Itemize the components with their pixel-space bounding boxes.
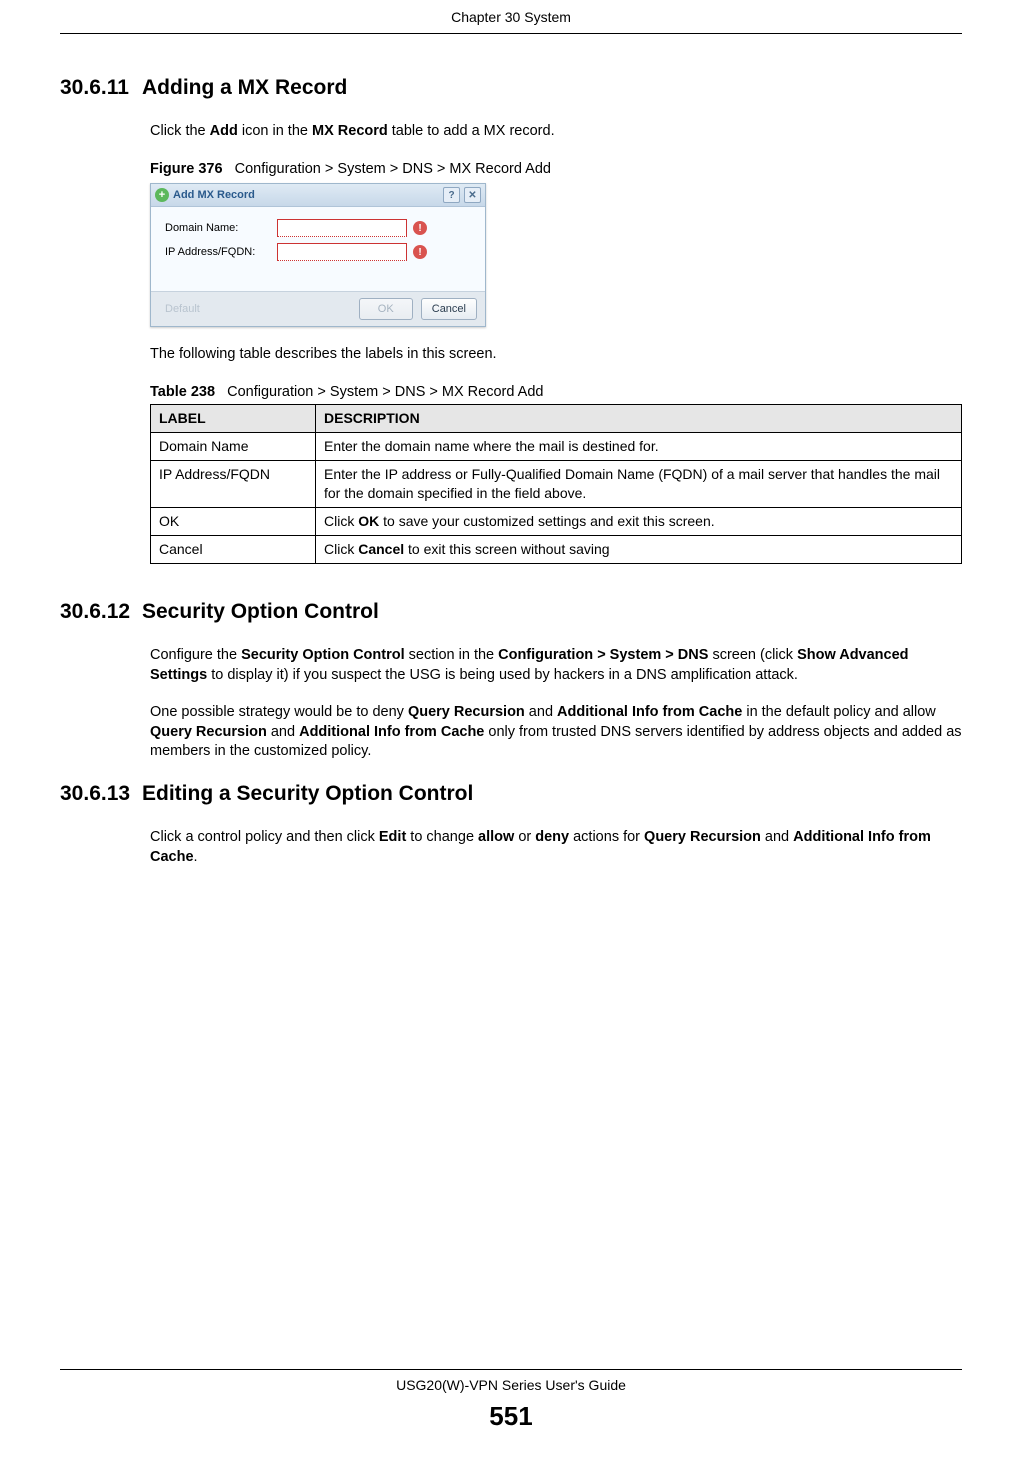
dialog-footer: Default OK Cancel xyxy=(151,291,485,326)
table-row: OK Click OK to save your customized sett… xyxy=(151,508,962,536)
table-intro: The following table describes the labels… xyxy=(150,345,962,365)
default-button[interactable]: Default xyxy=(159,302,206,316)
chapter-header: Chapter 30 System xyxy=(60,0,962,34)
mx-record-table: LABEL DESCRIPTION Domain Name Enter the … xyxy=(150,404,962,563)
help-icon[interactable]: ? xyxy=(443,187,460,203)
page-footer: USG20(W)-VPN Series User's Guide 551 xyxy=(0,1369,1022,1434)
cell-label: IP Address/FQDN xyxy=(151,461,316,508)
dialog-title-text: Add MX Record xyxy=(173,188,255,203)
table-row: Domain Name Enter the domain name where … xyxy=(151,433,962,461)
heading-30-6-13: 30.6.13Editing a Security Option Control xyxy=(60,780,962,808)
section-title: Editing a Security Option Control xyxy=(142,782,473,805)
ip-fqdn-label: IP Address/FQDN: xyxy=(165,245,277,260)
domain-name-input[interactable] xyxy=(277,219,407,237)
figure-caption: Figure 376 Configuration > System > DNS … xyxy=(150,160,962,180)
page-number: 551 xyxy=(0,1399,1022,1434)
soc-paragraph-1: Configure the Security Option Control se… xyxy=(150,646,962,685)
domain-name-row: Domain Name: ! xyxy=(165,219,471,237)
ip-fqdn-row: IP Address/FQDN: ! xyxy=(165,243,471,261)
error-icon: ! xyxy=(413,245,427,259)
plus-icon: + xyxy=(155,188,169,202)
close-icon[interactable]: ✕ xyxy=(464,187,481,203)
section-title: Security Option Control xyxy=(142,600,379,623)
table-caption: Table 238 Configuration > System > DNS >… xyxy=(150,383,962,403)
ok-button[interactable]: OK xyxy=(359,298,413,320)
cancel-button[interactable]: Cancel xyxy=(421,298,477,320)
th-description: DESCRIPTION xyxy=(316,405,962,433)
table-row: Cancel Click Cancel to exit this screen … xyxy=(151,535,962,563)
section-number: 30.6.13 xyxy=(60,780,142,808)
table-header-row: LABEL DESCRIPTION xyxy=(151,405,962,433)
th-label: LABEL xyxy=(151,405,316,433)
heading-30-6-12: 30.6.12Security Option Control xyxy=(60,598,962,626)
cell-desc: Click OK to save your customized setting… xyxy=(316,508,962,536)
cell-label: Domain Name xyxy=(151,433,316,461)
intro-paragraph: Click the Add icon in the MX Record tabl… xyxy=(150,122,962,142)
domain-name-label: Domain Name: xyxy=(165,221,277,236)
error-icon: ! xyxy=(413,221,427,235)
section-number: 30.6.12 xyxy=(60,598,142,626)
add-mx-record-dialog: + Add MX Record ? ✕ Domain Name: ! IP Ad… xyxy=(150,183,486,327)
section-title: Adding a MX Record xyxy=(142,76,347,99)
cell-label: Cancel xyxy=(151,535,316,563)
cell-desc: Enter the domain name where the mail is … xyxy=(316,433,962,461)
table-row: IP Address/FQDN Enter the IP address or … xyxy=(151,461,962,508)
heading-30-6-11: 30.6.11Adding a MX Record xyxy=(60,74,962,102)
section-number: 30.6.11 xyxy=(60,74,142,102)
cell-desc: Enter the IP address or Fully-Qualified … xyxy=(316,461,962,508)
cell-desc: Click Cancel to exit this screen without… xyxy=(316,535,962,563)
soc-paragraph-2: One possible strategy would be to deny Q… xyxy=(150,703,962,762)
dialog-body: Domain Name: ! IP Address/FQDN: ! xyxy=(151,207,485,291)
guide-name: USG20(W)-VPN Series User's Guide xyxy=(0,1376,1022,1395)
edit-soc-paragraph: Click a control policy and then click Ed… xyxy=(150,828,962,867)
ip-fqdn-input[interactable] xyxy=(277,243,407,261)
chapter-text: Chapter 30 System xyxy=(451,9,571,25)
cell-label: OK xyxy=(151,508,316,536)
dialog-titlebar: + Add MX Record ? ✕ xyxy=(151,184,485,207)
